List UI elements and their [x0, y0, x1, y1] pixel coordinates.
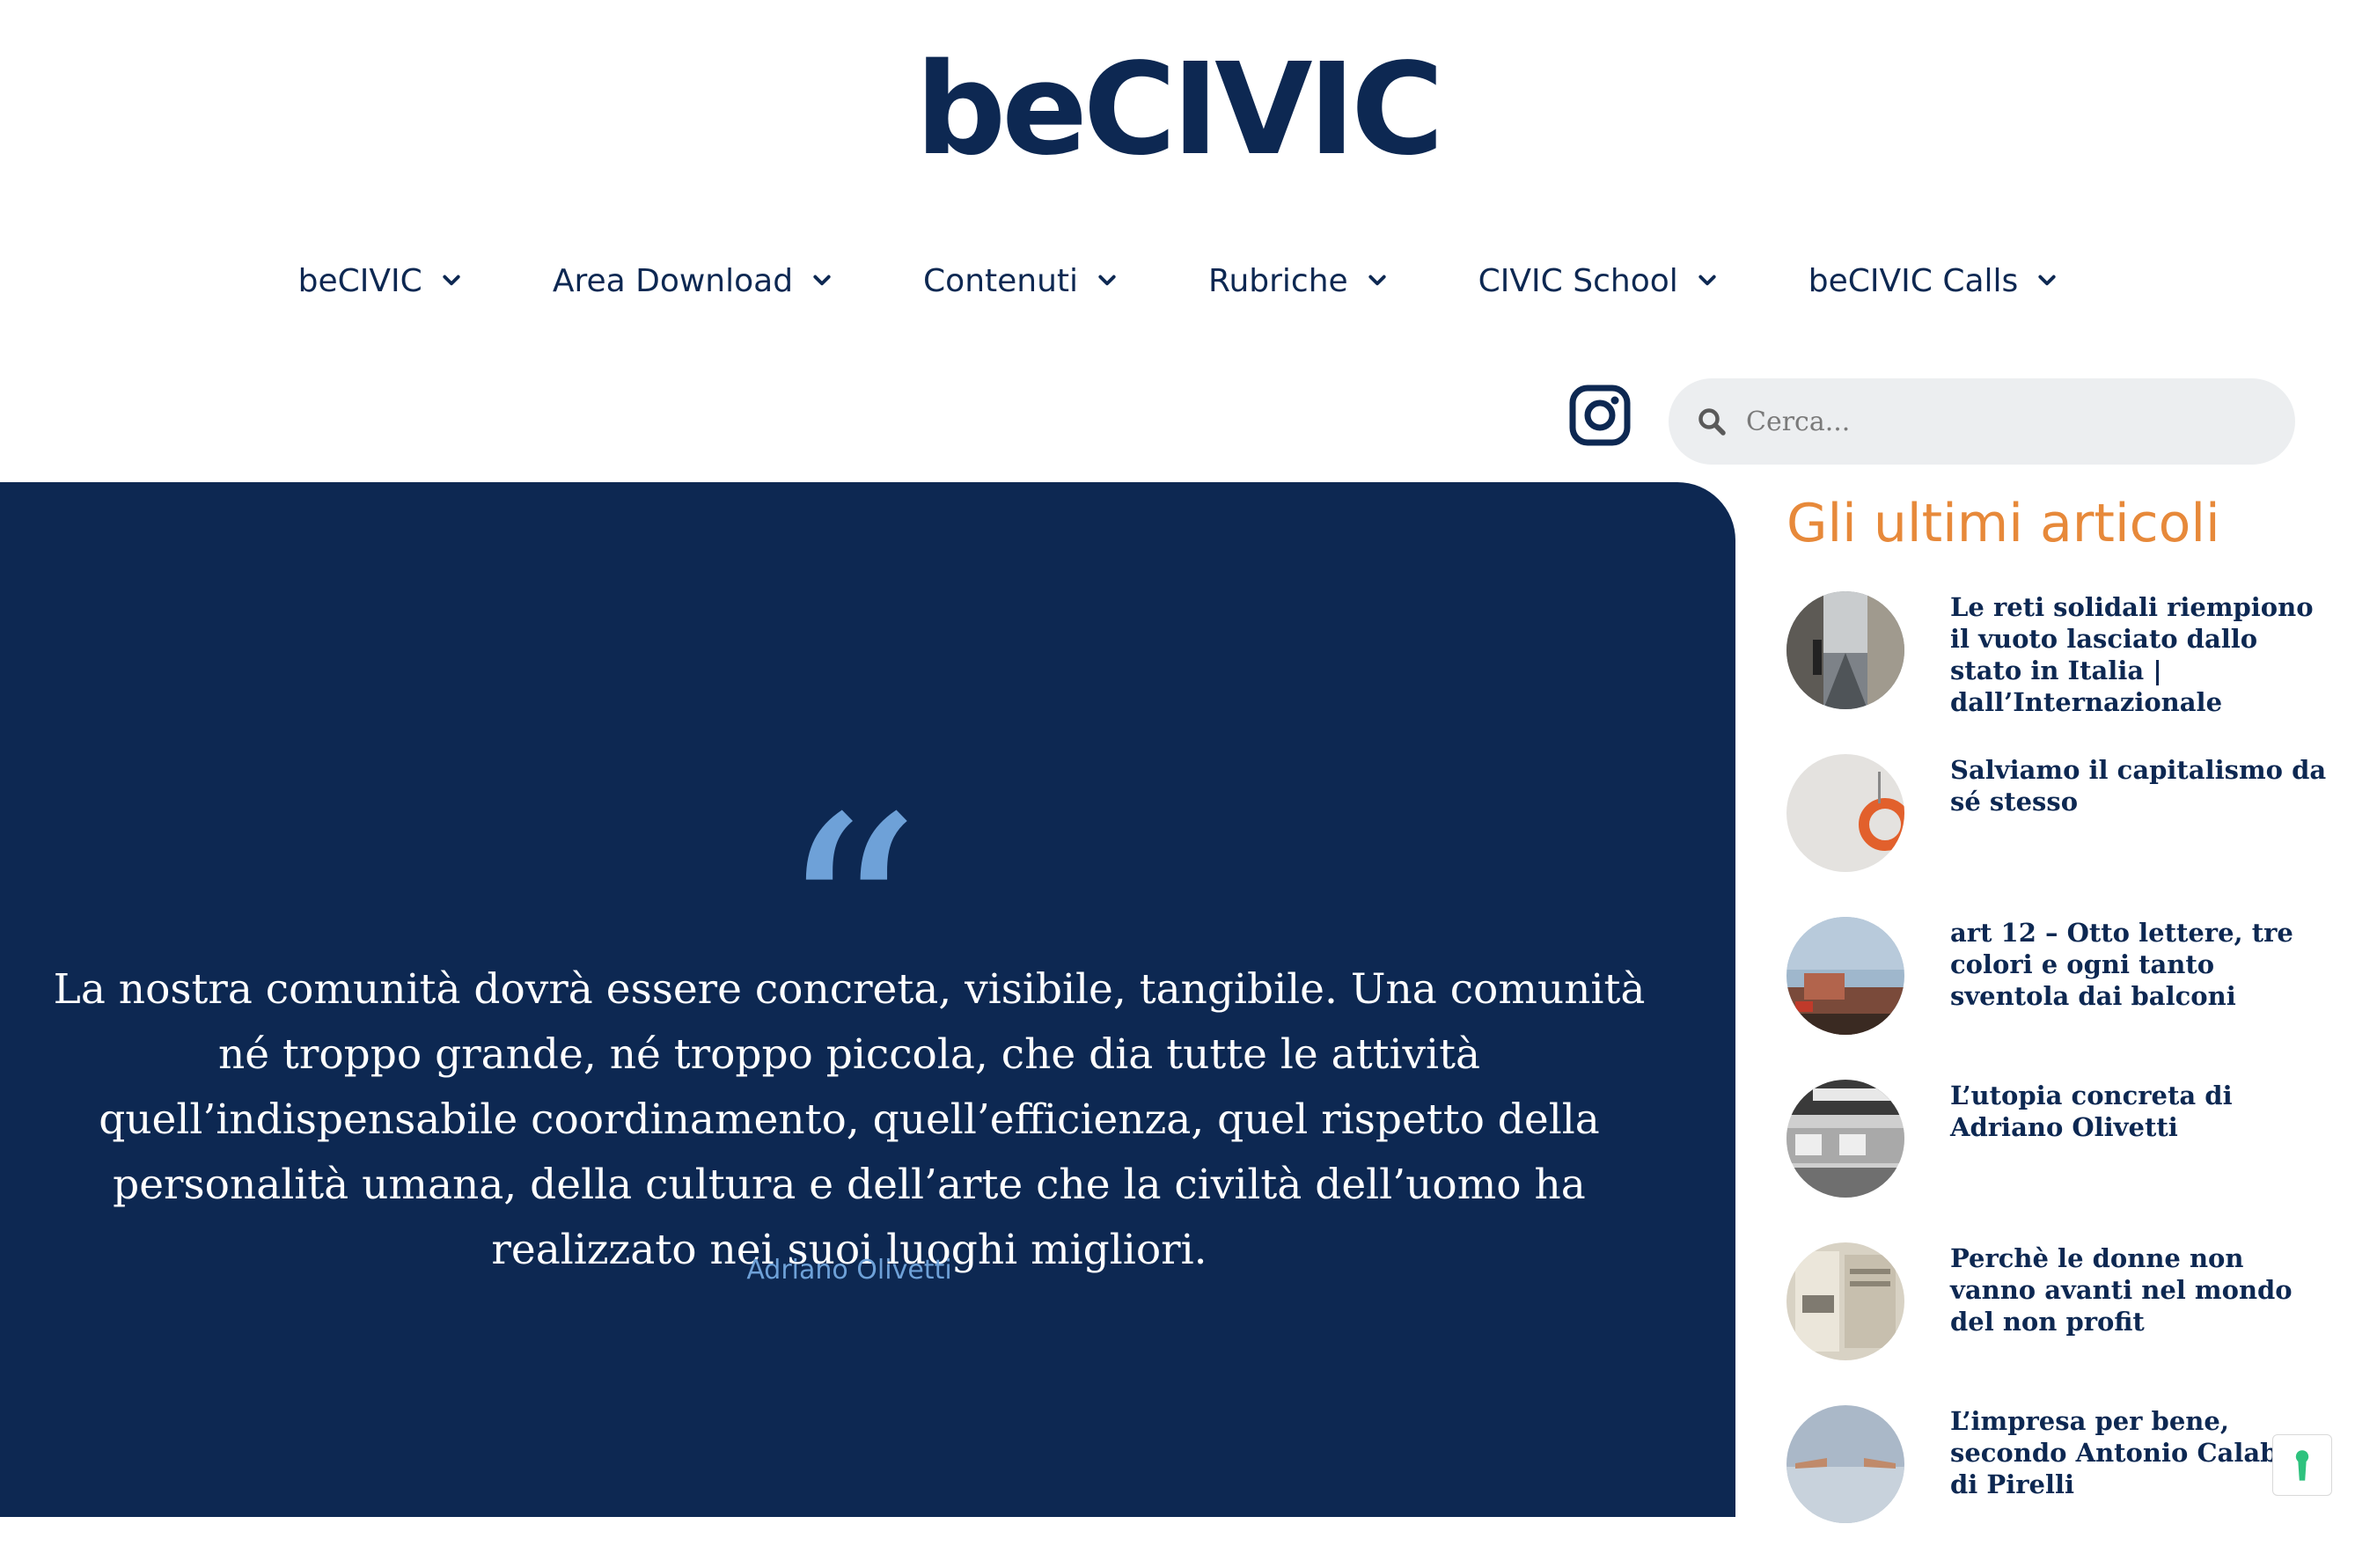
site-logo[interactable]: beCIVIC: [0, 39, 2355, 180]
article-thumbnail[interactable]: [1786, 754, 1904, 872]
chevron-down-icon: [1698, 275, 1716, 286]
chevron-down-icon: [813, 275, 831, 286]
nav-item-civic-school[interactable]: CIVIC School: [1478, 250, 1717, 311]
article-item[interactable]: L’utopia concreta di Adriano Olivetti: [1786, 1080, 2332, 1242]
latest-articles-title: Gli ultimi articoli: [1786, 493, 2220, 554]
nav-item-label: Area Download: [552, 262, 794, 299]
article-thumbnail[interactable]: [1786, 917, 1904, 1035]
instagram-icon[interactable]: [1568, 384, 1632, 447]
article-title[interactable]: Salviamo il capitalismo da sé stesso: [1950, 754, 2337, 817]
article-item[interactable]: Le reti solidali riempiono il vuoto lasc…: [1786, 591, 2332, 754]
nav-item-label: Contenuti: [923, 262, 1079, 299]
article-title[interactable]: L’utopia concreta di Adriano Olivetti: [1950, 1080, 2337, 1143]
article-title[interactable]: art 12 – Otto lettere, tre colori e ogni…: [1950, 917, 2337, 1012]
nav-item-label: CIVIC School: [1478, 262, 1678, 299]
search-bar: [1669, 378, 2295, 465]
quote-panel: “ La nostra comunità dovrà essere concre…: [0, 482, 1735, 1517]
article-item[interactable]: Perchè le donne non vanno avanti nel mon…: [1786, 1242, 2332, 1405]
nav-item-rubriche[interactable]: Rubriche: [1208, 250, 1387, 311]
search-input[interactable]: [1744, 405, 2241, 438]
nav-item-area-download[interactable]: Area Download: [553, 250, 832, 311]
main-nav: beCIVIC Area Download Contenuti Rubriche…: [0, 250, 2355, 311]
nav-item-label: beCIVIC: [297, 262, 422, 299]
nav-item-contenuti[interactable]: Contenuti: [923, 250, 1117, 311]
article-item[interactable]: L’impresa per bene, secondo Antonio Cala…: [1786, 1405, 2332, 1568]
quote-text: La nostra comunità dovrà essere concreta…: [53, 965, 1646, 1274]
chevron-down-icon: [443, 275, 460, 286]
search-icon[interactable]: [1697, 407, 1727, 436]
article-thumbnail[interactable]: [1786, 1080, 1904, 1198]
nav-item-label: beCIVIC Calls: [1808, 262, 2019, 299]
privacy-settings-button[interactable]: [2272, 1434, 2332, 1496]
article-thumbnail[interactable]: [1786, 1405, 1904, 1523]
chevron-down-icon: [1098, 275, 1116, 286]
nav-item-becivic-calls[interactable]: beCIVIC Calls: [1808, 250, 2058, 311]
article-item[interactable]: art 12 – Otto lettere, tre colori e ogni…: [1786, 917, 2332, 1080]
quote-mark-icon: “: [777, 758, 921, 1086]
article-thumbnail[interactable]: [1786, 1242, 1904, 1360]
chevron-down-icon: [2038, 275, 2056, 286]
latest-articles-list: Le reti solidali riempiono il vuoto lasc…: [1786, 591, 2332, 1568]
article-thumbnail[interactable]: [1786, 591, 1904, 709]
article-item[interactable]: Salviamo il capitalismo da sé stesso: [1786, 754, 2332, 917]
article-title[interactable]: Perchè le donne non vanno avanti nel mon…: [1950, 1242, 2337, 1337]
article-title[interactable]: Le reti solidali riempiono il vuoto lasc…: [1950, 591, 2337, 718]
nav-item-becivic[interactable]: beCIVIC: [298, 250, 461, 311]
chevron-down-icon: [1368, 275, 1386, 286]
quote-author: Adriano Olivetti: [746, 1255, 952, 1286]
nav-item-label: Rubriche: [1208, 262, 1348, 299]
keyhole-icon: [2295, 1450, 2309, 1481]
